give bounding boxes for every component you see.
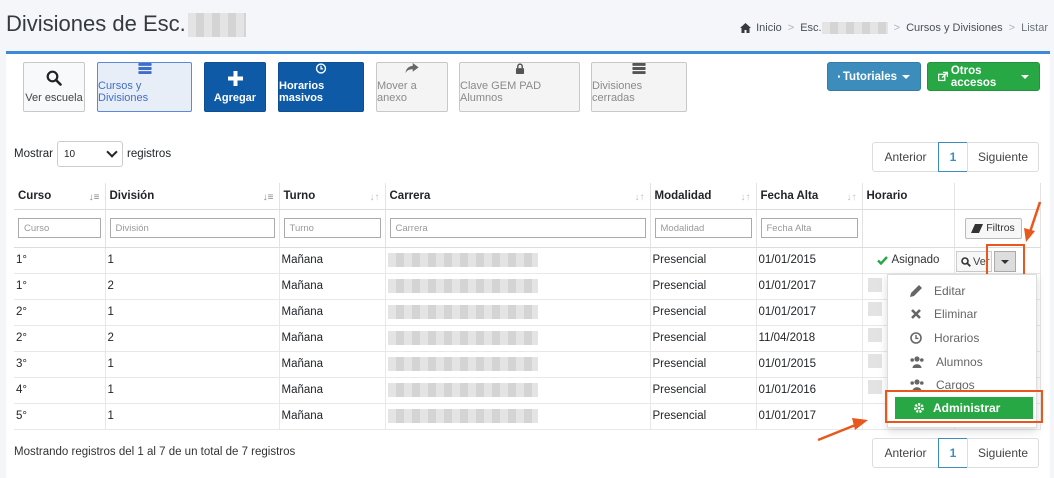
pagination-next[interactable]: Siguiente xyxy=(967,438,1039,468)
annotation-arrows-icon xyxy=(817,201,1042,442)
pagination-page[interactable]: 1 xyxy=(938,438,968,468)
table-info: Mostrando registros del 1 al 7 de un tot… xyxy=(14,446,296,458)
pagination-prev[interactable]: Anterior xyxy=(872,438,939,468)
pagination-bottom: Anterior 1 Siguiente xyxy=(872,438,1039,468)
